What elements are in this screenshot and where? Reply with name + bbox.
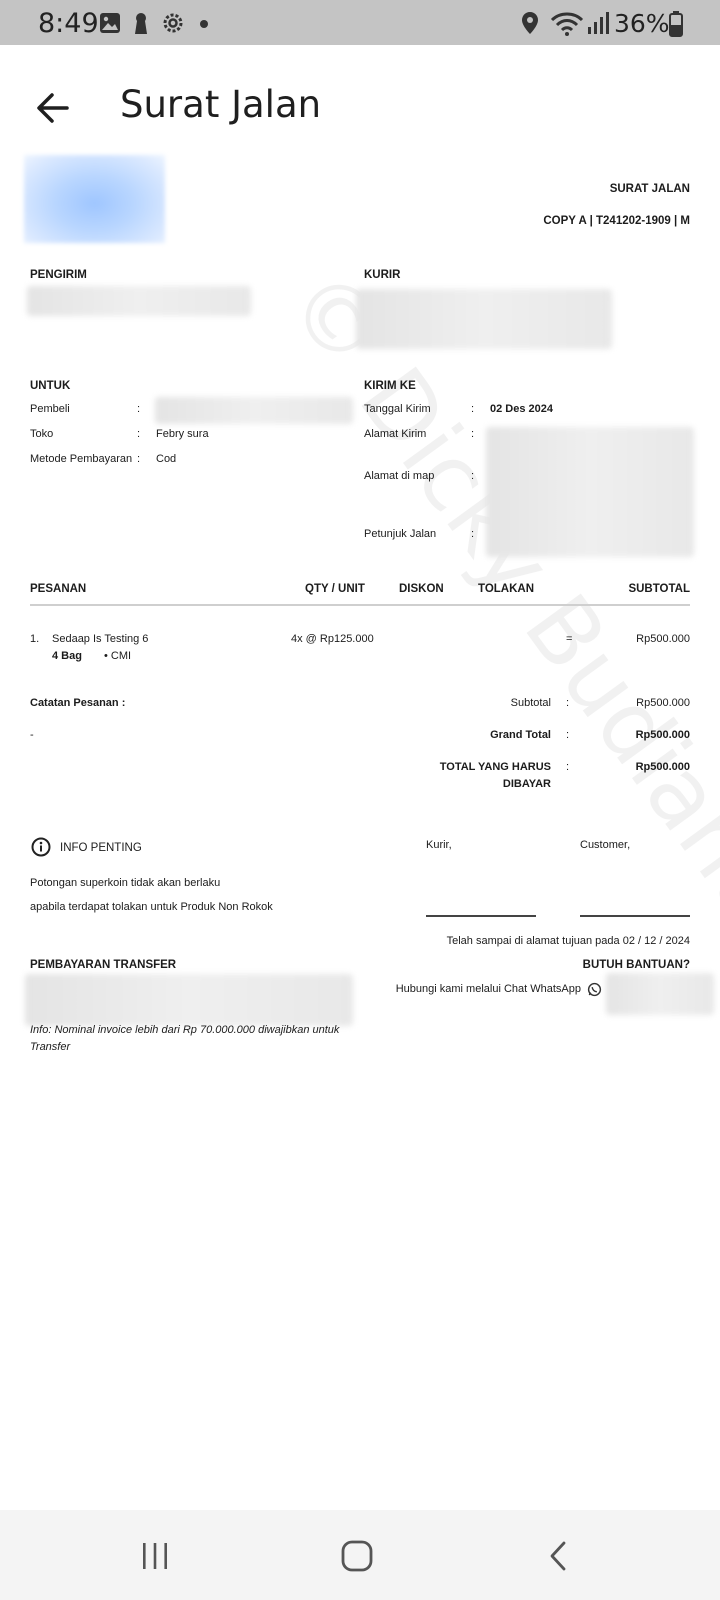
grand-total-sep: :	[566, 729, 570, 741]
status-time: 8:49	[38, 8, 99, 39]
wifi-icon	[550, 12, 584, 36]
courier-signature-label: Kurir,	[426, 839, 452, 851]
courier-value-redacted	[356, 289, 612, 349]
map-address-label: Alamat di map	[364, 470, 435, 482]
whatsapp-icon[interactable]	[587, 982, 602, 997]
map-address-sep: :	[471, 470, 475, 482]
grand-total-value: Rp500.000	[635, 729, 690, 741]
battery-icon	[669, 11, 683, 37]
home-icon	[341, 1540, 373, 1572]
settings-gear-icon	[163, 13, 183, 33]
status-bar: 8:49 36%	[0, 0, 720, 45]
item-qty: 4x @ Rp125.000	[291, 633, 374, 645]
col-pesanan: PESANAN	[30, 583, 87, 595]
buyer-value-redacted	[155, 397, 353, 424]
notification-dot-icon	[200, 20, 208, 28]
grand-total-label: Grand Total	[490, 729, 551, 741]
info-icon	[31, 837, 51, 857]
system-back-button[interactable]	[529, 1534, 589, 1578]
total-due-sep: :	[566, 761, 570, 773]
total-due-value: Rp500.000	[635, 761, 690, 773]
item-no: 1.	[30, 633, 40, 645]
col-diskon: DISKON	[399, 583, 444, 595]
ship-address-label: Alamat Kirim	[364, 428, 427, 440]
ship-date-label: Tanggal Kirim	[364, 403, 431, 415]
notes-label: Catatan Pesanan :	[30, 697, 126, 709]
app-header: Surat Jalan	[0, 45, 720, 155]
payment-method-sep: :	[137, 453, 141, 465]
item-subtotal: Rp500.000	[636, 633, 690, 645]
gallery-icon	[100, 13, 120, 33]
copy-line: COPY A | T241202-1909 | M	[543, 215, 690, 227]
ship-date-value: 02 Des 2024	[490, 403, 553, 415]
help-label: BUTUH BANTUAN?	[582, 959, 690, 971]
sender-label: PENGIRIM	[30, 269, 87, 281]
system-nav-bar	[0, 1510, 720, 1600]
transfer-note-2: Transfer	[30, 1041, 71, 1053]
signal-icon	[588, 12, 609, 34]
total-due-label-2: DIBAYAR	[502, 778, 551, 790]
item-brand: • CMI	[104, 650, 132, 662]
store-sep: :	[137, 428, 141, 440]
company-logo	[24, 155, 165, 243]
transfer-label: PEMBAYARAN TRANSFER	[30, 959, 177, 971]
ship-date-sep: :	[471, 403, 475, 415]
item-eq: =	[566, 633, 573, 645]
buyer-sep: :	[137, 403, 141, 415]
recent-apps-icon	[143, 1543, 167, 1569]
transfer-account-redacted	[25, 974, 353, 1026]
recent-apps-button[interactable]	[125, 1534, 185, 1578]
item-name: Sedaap Is Testing 6	[52, 633, 149, 645]
directions-sep: :	[471, 528, 475, 540]
customer-signature-line	[580, 915, 690, 917]
for-label: UNTUK	[30, 380, 71, 392]
info-title: INFO PENTING	[60, 842, 142, 854]
info-line-1: Potongan superkoin tidak akan berlaku	[30, 877, 221, 889]
subtotal-label: Subtotal	[510, 697, 551, 709]
ship-to-label: KIRIM KE	[364, 380, 416, 392]
battery-percent: 36%	[614, 9, 670, 38]
courier-signature-line	[426, 915, 536, 917]
customer-signature-label: Customer,	[580, 839, 631, 851]
sender-value-redacted	[27, 286, 251, 316]
subtotal-value: Rp500.000	[636, 697, 690, 709]
page-title: Surat Jalan	[120, 83, 322, 126]
location-pin-icon	[522, 12, 538, 34]
buyer-label: Pembeli	[30, 403, 70, 415]
payment-method-label: Metode Pembayaran	[30, 453, 133, 465]
store-label: Toko	[30, 428, 54, 440]
arrow-left-icon	[37, 93, 69, 123]
col-qty: QTY / UNIT	[305, 583, 365, 595]
whatsapp-number-redacted	[606, 973, 714, 1015]
info-line-2: apabila terdapat tolakan untuk Produk No…	[30, 901, 273, 913]
directions-label: Petunjuk Jalan	[364, 528, 437, 540]
keyhole-icon	[135, 13, 147, 34]
back-button[interactable]	[28, 83, 78, 133]
subtotal-sep: :	[566, 697, 570, 709]
help-text[interactable]: Hubungi kami melalui Chat WhatsApp	[396, 983, 581, 995]
total-due-label: TOTAL YANG HARUS	[439, 761, 551, 773]
payment-method-value: Cod	[156, 453, 177, 465]
col-tolakan: TOLAKAN	[478, 583, 535, 595]
ship-address-value-redacted	[486, 427, 694, 557]
doc-title: SURAT JALAN	[609, 183, 690, 195]
item-unit: 4 Bag	[52, 650, 82, 662]
arrival-statement: Telah sampai di alamat tujuan pada 02 / …	[446, 935, 690, 947]
back-chevron-icon	[550, 1541, 566, 1571]
col-subtotal: SUBTOTAL	[628, 583, 690, 595]
home-button[interactable]	[327, 1534, 387, 1578]
courier-label: KURIR	[364, 269, 401, 281]
ship-address-sep: :	[471, 428, 475, 440]
notes-value: -	[30, 729, 34, 741]
transfer-note-1: Info: Nominal invoice lebih dari Rp 70.0…	[30, 1024, 340, 1036]
table-divider	[30, 604, 690, 606]
store-value: Febry sura	[156, 428, 209, 440]
